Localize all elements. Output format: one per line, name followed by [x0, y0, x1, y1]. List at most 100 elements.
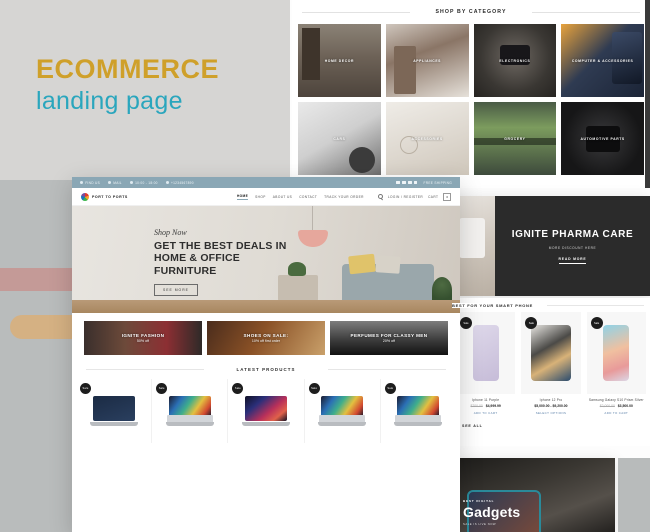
promo-title: PERFUMES FOR CLASSY MEN	[350, 332, 428, 338]
nav-item-home[interactable]: HOME	[236, 194, 249, 200]
topbar-hours: 10:00 - 18:00	[129, 180, 158, 185]
product-card[interactable]: Sale	[227, 379, 303, 443]
promo-banner-fashion[interactable]: IGNITE FASHION 50% off	[84, 321, 202, 355]
promo-banner-shoes[interactable]: SHOES ON SALE: 10% off first order	[207, 321, 325, 355]
product-card[interactable]: Sale	[379, 379, 456, 443]
category-tile-electronics[interactable]: ELECTRONICS	[473, 24, 557, 97]
product-card[interactable]: Sale	[151, 379, 227, 443]
hero-see-more-button[interactable]: SEE MORE	[154, 283, 198, 296]
poster-title: ECOMMERCE landing page	[36, 55, 286, 118]
product-price: $5,000.00 - $9,200.00	[523, 404, 578, 408]
topbar-phone[interactable]: +1234567890	[165, 180, 194, 185]
pharma-banner-image	[455, 196, 495, 296]
add-to-cart-button[interactable]: ADD TO CART	[589, 411, 644, 415]
facebook-icon[interactable]	[396, 180, 400, 185]
heading-rule-right	[532, 12, 640, 13]
topbar-mail[interactable]: MAIL	[108, 181, 122, 185]
product-new-price: $4,999.99	[485, 404, 501, 408]
product-card[interactable]: Sale	[303, 379, 380, 443]
product-meta: Iphone 11 Purple $700.00 $4,999.99 ADD T…	[456, 394, 515, 415]
promo-banner-row: IGNITE FASHION 50% off SHOES ON SALE: 10…	[72, 313, 460, 355]
product-card[interactable]: Sale	[76, 379, 151, 443]
promo-content: SHOES ON SALE: 10% off first order	[244, 333, 289, 344]
nav-menu: HOME SHOP ABOUT US CONTACT TRACK YOUR OR…	[236, 192, 451, 201]
category-tile-label: CARS	[333, 136, 346, 141]
pharma-subtitle: MORE DISCOUNT HERE	[548, 245, 597, 250]
product-card[interactable]: Sale Iphone 11 Purple $700.00 $4,999.99 …	[456, 312, 516, 415]
cart-count-badge[interactable]: 0	[443, 192, 451, 201]
shop-by-category-heading: SHOP BY CATEGORY	[292, 0, 650, 24]
see-all-button[interactable]: SEE ALL	[462, 424, 650, 428]
location-pin-icon	[80, 180, 84, 185]
sale-badge: Sale	[80, 383, 91, 394]
promo-banner-perfume[interactable]: PERFUMES FOR CLASSY MEN 20% off	[330, 321, 448, 355]
phone-icon	[165, 180, 169, 185]
category-tile-home-decor[interactable]: HOME DECOR	[298, 24, 381, 97]
category-tile-accessories[interactable]: ACCESSORIES	[385, 102, 469, 175]
product-meta: Samsung Galaxy S10 Prism Silver $2,000.0…	[587, 394, 646, 415]
category-tile-label: HOME DECOR	[324, 58, 355, 63]
laptop-screen	[245, 396, 287, 421]
topbar-hours-label: 10:00 - 18:00	[135, 180, 158, 185]
nav-item-contact[interactable]: CONTACT	[299, 195, 317, 199]
iphone-11-purple-image	[472, 325, 499, 381]
sale-badge: Sale	[232, 383, 244, 394]
logo-icon	[81, 192, 89, 201]
category-tile-grocery[interactable]: GROCERY	[473, 102, 557, 175]
cart-label[interactable]: CART	[428, 195, 438, 199]
promo-title: IGNITE FASHION	[121, 332, 165, 338]
laptop-screen	[397, 396, 440, 416]
search-icon[interactable]	[377, 194, 383, 199]
instagram-icon[interactable]	[402, 180, 406, 185]
gadgets-subtitle: SALE IS LIVE NOW	[463, 522, 497, 526]
smartphones-heading: BEST FOR YOUR SMART PHONE	[452, 298, 650, 312]
add-to-cart-button[interactable]: ADD TO CART	[458, 411, 513, 415]
gadgets-banner[interactable]: BEST DIGITAL Gadgets SALE IS LIVE NOW	[455, 458, 615, 532]
sale-badge: Sale	[308, 383, 320, 394]
pharma-read-more-button[interactable]: READ MORE	[558, 257, 587, 264]
product-card[interactable]: Sale Samsung Galaxy S10 Prism Silver $2,…	[586, 312, 646, 415]
social-links[interactable]	[396, 180, 418, 185]
heading-rule-left	[86, 369, 204, 370]
sale-badge: Sale	[156, 383, 168, 394]
nav-item-track-your-order[interactable]: TRACK YOUR ORDER	[324, 195, 364, 199]
topbar-find-us[interactable]: FIND US	[80, 181, 100, 185]
category-tile-cars[interactable]: CARS	[298, 102, 381, 175]
site-brand-name: PORT TO PORTS	[92, 194, 128, 199]
site-logo[interactable]: PORT TO PORTS	[81, 192, 128, 201]
lamp-cord	[312, 206, 313, 230]
linkedin-icon[interactable]	[414, 180, 418, 185]
sale-badge: Sale	[460, 317, 472, 329]
product-name: Iphone 11 Purple	[472, 398, 500, 402]
topbar-phone-label: +1234567890	[170, 180, 194, 185]
category-tile-label: ELECTRONICS	[499, 58, 531, 63]
laptop-image	[394, 396, 443, 426]
latest-products-heading-text: LATEST PRODUCTS	[230, 366, 302, 372]
topbar-mail-label: MAIL	[113, 180, 122, 185]
login-register-link[interactable]: LOGIN / REGISTER	[388, 195, 423, 199]
product-old-price: $2,000.00	[599, 404, 615, 408]
promo-subtitle: 50% off	[136, 339, 150, 344]
category-grid-row2: CARS ACCESSORIES GROCERY AUTOMOTIVE PART…	[292, 102, 650, 175]
twitter-icon[interactable]	[408, 180, 412, 185]
category-tile-automotive-parts[interactable]: AUTOMOTIVE PARTS	[561, 102, 644, 175]
product-price: $2,000.00 $3,500.00	[589, 404, 644, 408]
envelope-icon	[108, 180, 112, 185]
shop-by-category-panel: SHOP BY CATEGORY HOME DECOR APPLIANCES E…	[292, 0, 650, 188]
product-name: Iphone 12 Pro	[539, 398, 563, 402]
promo-content: IGNITE FASHION 50% off	[122, 333, 165, 344]
product-card[interactable]: Sale Iphone 12 Pro $5,000.00 - $9,200.00…	[521, 312, 581, 415]
promo-content: PERFUMES FOR CLASSY MEN 20% off	[350, 333, 427, 344]
product-image-box: Sale	[521, 312, 581, 394]
category-tile-appliances[interactable]: APPLIANCES	[385, 24, 469, 97]
product-new-price: $3,500.00	[617, 404, 633, 408]
site-navbar: PORT TO PORTS HOME SHOP ABOUT US CONTACT…	[72, 188, 460, 206]
nav-item-shop[interactable]: SHOP	[255, 195, 266, 199]
poster-title-main: ECOMMERCE	[36, 54, 220, 84]
gadgets-banner-content: BEST DIGITAL Gadgets SALE IS LIVE NOW	[463, 499, 520, 526]
nav-item-about-us[interactable]: ABOUT US	[273, 195, 292, 199]
gadgets-kicker: BEST DIGITAL	[463, 499, 495, 503]
category-tile-computer-accessories[interactable]: COMPUTER & ACCESSORIES	[561, 24, 644, 97]
select-options-button[interactable]: SELECT OPTIONS	[523, 411, 578, 415]
gadgets-title: Gadgets	[463, 504, 521, 520]
